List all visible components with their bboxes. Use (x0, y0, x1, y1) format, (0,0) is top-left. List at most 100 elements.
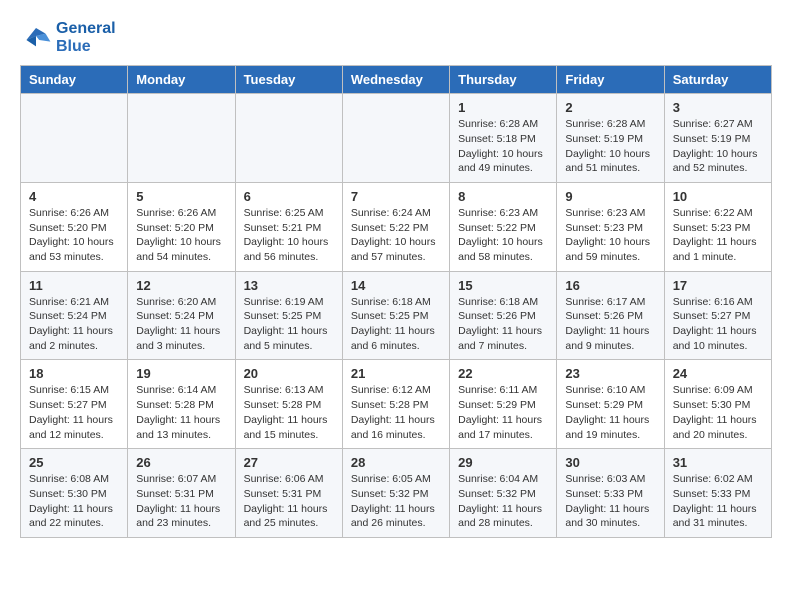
calendar-cell: 16Sunrise: 6:17 AM Sunset: 5:26 PM Dayli… (557, 271, 664, 360)
day-info: Sunrise: 6:25 AM Sunset: 5:21 PM Dayligh… (244, 206, 334, 265)
logo-icon (20, 24, 52, 52)
calendar-cell: 14 Sunrise: 6:18 AM Sunset: 5:25 PM Dayli… (342, 271, 449, 360)
day-number: 10 (673, 189, 763, 204)
calendar-cell: 15 Sunrise: 6:18 AM Sunset: 5:26 PM Dayli… (450, 271, 557, 360)
calendar-cell: 23 Sunrise: 6:10 AM Sunset: 5:29 PM Dayli… (557, 360, 664, 449)
day-info: Sunrise: 6:04 AM Sunset: 5:32 PM Dayligh… (458, 472, 548, 531)
day-number: 8 (458, 189, 548, 204)
day-number: 9 (565, 189, 655, 204)
calendar-cell: 29 Sunrise: 6:04 AM Sunset: 5:32 PM Dayli… (450, 449, 557, 538)
day-number: 22 (458, 366, 548, 381)
day-info: Sunrise: 6:14 AM Sunset: 5:28 PM Dayligh… (136, 383, 226, 442)
day-number: 18 (29, 366, 119, 381)
calendar-cell: 20 Sunrise: 6:13 AM Sunset: 5:28 PM Dayli… (235, 360, 342, 449)
day-number: 14 (351, 278, 441, 293)
day-info: Sunrise: 6:18 AM Sunset: 5:25 PM Dayligh… (351, 295, 441, 354)
calendar-cell: 26 Sunrise: 6:07 AM Sunset: 5:31 PM Dayli… (128, 449, 235, 538)
day-info: Sunrise: 6:19 AM Sunset: 5:25 PM Dayligh… (244, 295, 334, 354)
logo: General Blue (20, 20, 116, 55)
calendar-cell (128, 94, 235, 183)
day-info: Sunrise: 6:05 AM Sunset: 5:32 PM Dayligh… (351, 472, 441, 531)
day-number: 20 (244, 366, 334, 381)
logo-text: General Blue (56, 20, 116, 55)
column-header-tuesday: Tuesday (235, 66, 342, 94)
calendar-week-1: 1Sunrise: 6:28 AM Sunset: 5:18 PM Daylig… (21, 94, 772, 183)
day-info: Sunrise: 6:09 AM Sunset: 5:30 PM Dayligh… (673, 383, 763, 442)
day-number: 27 (244, 455, 334, 470)
day-info: Sunrise: 6:02 AM Sunset: 5:33 PM Dayligh… (673, 472, 763, 531)
day-number: 19 (136, 366, 226, 381)
day-number: 21 (351, 366, 441, 381)
calendar-table: SundayMondayTuesdayWednesdayThursdayFrid… (20, 65, 772, 538)
calendar-body: 1Sunrise: 6:28 AM Sunset: 5:18 PM Daylig… (21, 94, 772, 538)
day-info: Sunrise: 6:24 AM Sunset: 5:22 PM Dayligh… (351, 206, 441, 265)
calendar-cell: 17Sunrise: 6:16 AM Sunset: 5:27 PM Dayli… (664, 271, 771, 360)
day-info: Sunrise: 6:23 AM Sunset: 5:23 PM Dayligh… (565, 206, 655, 265)
day-info: Sunrise: 6:27 AM Sunset: 5:19 PM Dayligh… (673, 117, 763, 176)
day-info: Sunrise: 6:11 AM Sunset: 5:29 PM Dayligh… (458, 383, 548, 442)
day-number: 30 (565, 455, 655, 470)
calendar-cell: 28 Sunrise: 6:05 AM Sunset: 5:32 PM Dayli… (342, 449, 449, 538)
day-info: Sunrise: 6:23 AM Sunset: 5:22 PM Dayligh… (458, 206, 548, 265)
calendar-cell (342, 94, 449, 183)
calendar-cell: 10Sunrise: 6:22 AM Sunset: 5:23 PM Dayli… (664, 182, 771, 271)
day-number: 3 (673, 100, 763, 115)
column-header-wednesday: Wednesday (342, 66, 449, 94)
calendar-cell: 8 Sunrise: 6:23 AM Sunset: 5:22 PM Daylig… (450, 182, 557, 271)
day-info: Sunrise: 6:20 AM Sunset: 5:24 PM Dayligh… (136, 295, 226, 354)
calendar-cell: 13 Sunrise: 6:19 AM Sunset: 5:25 PM Dayli… (235, 271, 342, 360)
day-info: Sunrise: 6:28 AM Sunset: 5:18 PM Dayligh… (458, 117, 548, 176)
day-info: Sunrise: 6:16 AM Sunset: 5:27 PM Dayligh… (673, 295, 763, 354)
calendar-cell: 5 Sunrise: 6:26 AM Sunset: 5:20 PM Daylig… (128, 182, 235, 271)
calendar-cell: 22 Sunrise: 6:11 AM Sunset: 5:29 PM Dayli… (450, 360, 557, 449)
calendar-cell: 25Sunrise: 6:08 AM Sunset: 5:30 PM Dayli… (21, 449, 128, 538)
day-number: 23 (565, 366, 655, 381)
calendar-cell: 30 Sunrise: 6:03 AM Sunset: 5:33 PM Dayli… (557, 449, 664, 538)
day-number: 11 (29, 278, 119, 293)
calendar-cell: 31 Sunrise: 6:02 AM Sunset: 5:33 PM Dayli… (664, 449, 771, 538)
day-info: Sunrise: 6:08 AM Sunset: 5:30 PM Dayligh… (29, 472, 119, 531)
day-number: 15 (458, 278, 548, 293)
day-number: 26 (136, 455, 226, 470)
column-header-saturday: Saturday (664, 66, 771, 94)
column-header-friday: Friday (557, 66, 664, 94)
day-info: Sunrise: 6:06 AM Sunset: 5:31 PM Dayligh… (244, 472, 334, 531)
day-info: Sunrise: 6:12 AM Sunset: 5:28 PM Dayligh… (351, 383, 441, 442)
day-info: Sunrise: 6:26 AM Sunset: 5:20 PM Dayligh… (136, 206, 226, 265)
calendar-cell: 7 Sunrise: 6:24 AM Sunset: 5:22 PM Daylig… (342, 182, 449, 271)
column-header-thursday: Thursday (450, 66, 557, 94)
day-info: Sunrise: 6:18 AM Sunset: 5:26 PM Dayligh… (458, 295, 548, 354)
column-header-sunday: Sunday (21, 66, 128, 94)
day-number: 29 (458, 455, 548, 470)
day-info: Sunrise: 6:26 AM Sunset: 5:20 PM Dayligh… (29, 206, 119, 265)
calendar-cell (235, 94, 342, 183)
column-header-monday: Monday (128, 66, 235, 94)
day-number: 31 (673, 455, 763, 470)
day-info: Sunrise: 6:13 AM Sunset: 5:28 PM Dayligh… (244, 383, 334, 442)
day-info: Sunrise: 6:17 AM Sunset: 5:26 PM Dayligh… (565, 295, 655, 354)
day-number: 5 (136, 189, 226, 204)
calendar-cell: 27 Sunrise: 6:06 AM Sunset: 5:31 PM Dayli… (235, 449, 342, 538)
calendar-cell: 4 Sunrise: 6:26 AM Sunset: 5:20 PM Daylig… (21, 182, 128, 271)
day-info: Sunrise: 6:07 AM Sunset: 5:31 PM Dayligh… (136, 472, 226, 531)
day-number: 4 (29, 189, 119, 204)
day-number: 7 (351, 189, 441, 204)
calendar-cell: 18 Sunrise: 6:15 AM Sunset: 5:27 PM Dayli… (21, 360, 128, 449)
calendar-header: SundayMondayTuesdayWednesdayThursdayFrid… (21, 66, 772, 94)
calendar-cell: 9 Sunrise: 6:23 AM Sunset: 5:23 PM Daylig… (557, 182, 664, 271)
day-info: Sunrise: 6:03 AM Sunset: 5:33 PM Dayligh… (565, 472, 655, 531)
calendar-cell: 2Sunrise: 6:28 AM Sunset: 5:19 PM Daylig… (557, 94, 664, 183)
calendar-week-4: 18 Sunrise: 6:15 AM Sunset: 5:27 PM Dayli… (21, 360, 772, 449)
day-info: Sunrise: 6:10 AM Sunset: 5:29 PM Dayligh… (565, 383, 655, 442)
calendar-cell: 11Sunrise: 6:21 AM Sunset: 5:24 PM Dayli… (21, 271, 128, 360)
calendar-week-3: 11Sunrise: 6:21 AM Sunset: 5:24 PM Dayli… (21, 271, 772, 360)
day-number: 6 (244, 189, 334, 204)
day-number: 24 (673, 366, 763, 381)
calendar-cell (21, 94, 128, 183)
day-info: Sunrise: 6:15 AM Sunset: 5:27 PM Dayligh… (29, 383, 119, 442)
day-number: 28 (351, 455, 441, 470)
calendar-cell: 19 Sunrise: 6:14 AM Sunset: 5:28 PM Dayli… (128, 360, 235, 449)
calendar-week-5: 25Sunrise: 6:08 AM Sunset: 5:30 PM Dayli… (21, 449, 772, 538)
day-number: 13 (244, 278, 334, 293)
calendar-cell: 6 Sunrise: 6:25 AM Sunset: 5:21 PM Daylig… (235, 182, 342, 271)
